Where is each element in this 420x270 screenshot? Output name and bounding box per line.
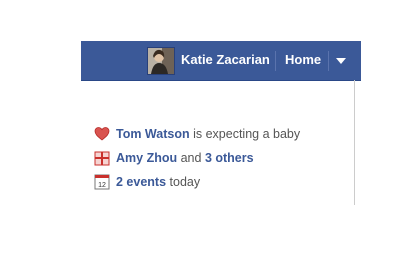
friend-name-link[interactable]: Tom Watson bbox=[116, 127, 190, 141]
calendar-icon: 12 bbox=[94, 174, 110, 190]
heart-icon bbox=[94, 126, 110, 142]
top-navigation-bar: Katie Zacarian Home bbox=[81, 41, 361, 81]
events-when: today bbox=[169, 175, 201, 189]
gift-icon bbox=[94, 150, 110, 166]
home-link[interactable]: Home bbox=[285, 52, 321, 67]
notification-message: is expecting a baby bbox=[193, 127, 301, 141]
account-menu-button[interactable] bbox=[328, 45, 355, 76]
column-divider bbox=[354, 80, 355, 205]
connector-text: and bbox=[180, 151, 202, 165]
nav-divider bbox=[275, 51, 276, 71]
chevron-down-icon bbox=[336, 58, 346, 64]
calendar-day: 12 bbox=[98, 182, 106, 189]
user-name-link[interactable]: Katie Zacarian bbox=[181, 52, 270, 67]
notification-text: 2 events today bbox=[116, 175, 200, 189]
events-link[interactable]: 2 events bbox=[116, 175, 166, 189]
avatar[interactable] bbox=[147, 47, 175, 75]
others-link[interactable]: 3 others bbox=[205, 151, 254, 165]
friend-name-link[interactable]: Amy Zhou bbox=[116, 151, 177, 165]
notification-text: Tom Watson is expecting a baby bbox=[116, 127, 300, 141]
notification-text: Amy Zhou and 3 others bbox=[116, 151, 254, 165]
